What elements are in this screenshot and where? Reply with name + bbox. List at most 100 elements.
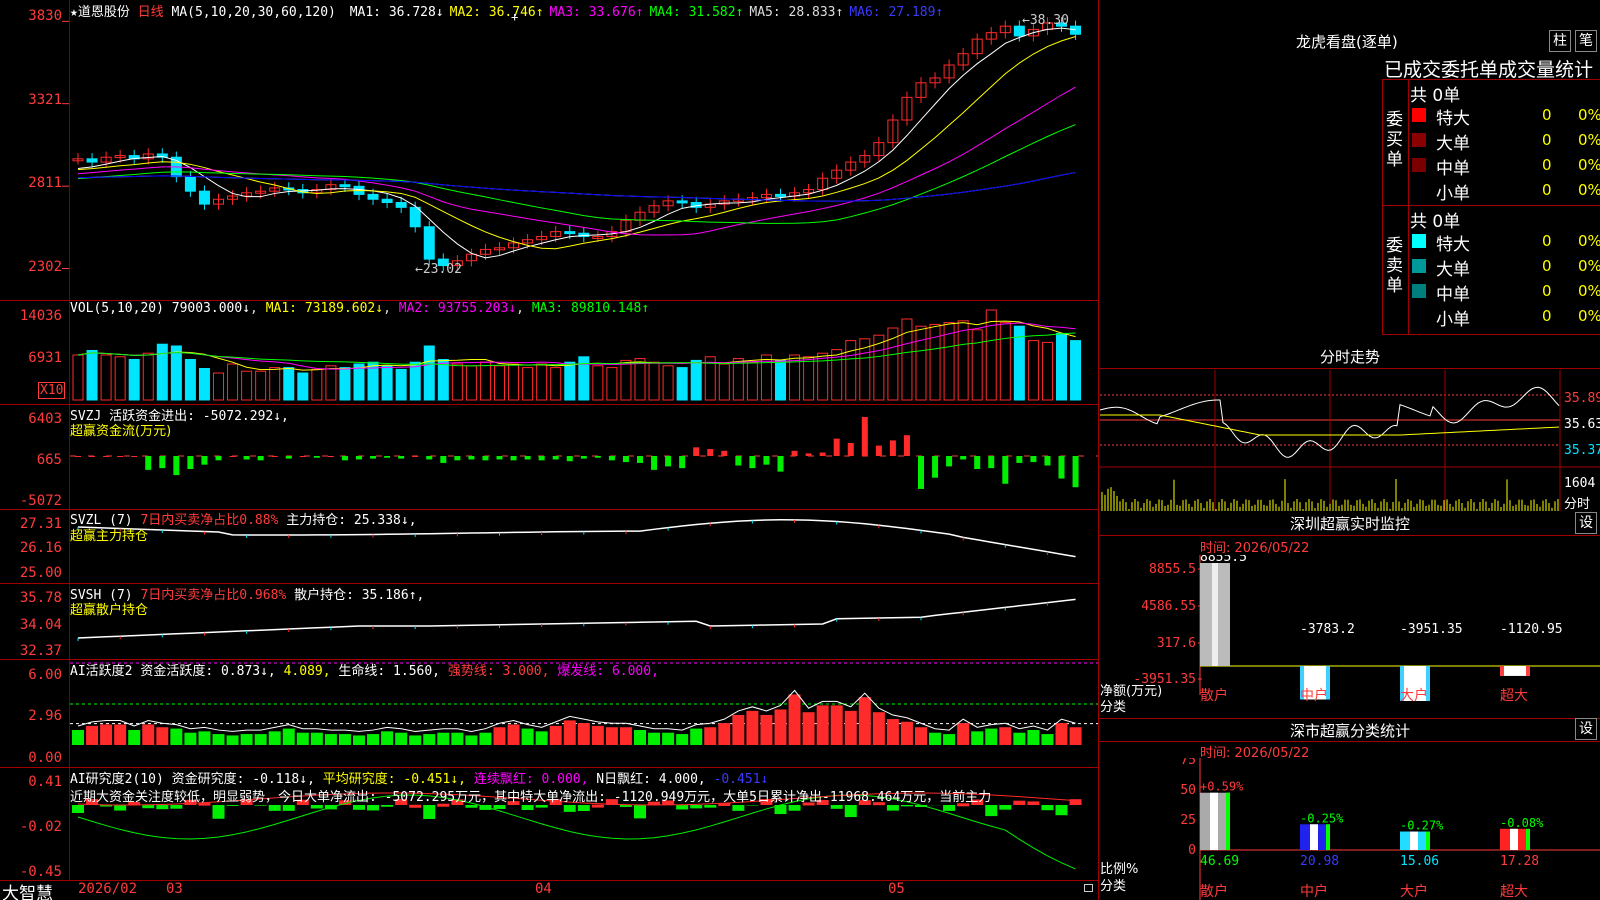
activity-bar: [367, 734, 380, 745]
ratio-chart[interactable]: 75 50 25 0 +0.59% 46.69 散户 -0.25% 20.98 中户 -0.27% 1…: [1100, 758, 1600, 900]
svzj-title: 超赢资金流(万元): [70, 424, 172, 439]
research-bar: [704, 805, 717, 808]
volume-bar: [494, 365, 505, 401]
flow-bar: [496, 456, 503, 460]
vol-ma2: MA2: 93755.203↓: [398, 301, 517, 316]
ai2-tick: 0.41: [28, 774, 62, 790]
flow-bar: [819, 452, 826, 456]
column-mode-button[interactable]: 柱: [1549, 30, 1571, 52]
monitor-tick: 317.6: [1157, 636, 1196, 651]
vol-tick: 14036: [19, 308, 62, 324]
flow-bar: [89, 456, 96, 457]
volume-bar: [550, 367, 562, 401]
candle-body: [86, 158, 98, 163]
activity-bar: [704, 727, 717, 745]
order-percent: 0%: [1578, 181, 1600, 199]
svsh-desc: 7日内买卖净占比0.968%: [140, 588, 287, 603]
intraday-tick: 35.89: [1564, 391, 1600, 406]
intraday-vol-label: 分时: [1564, 497, 1591, 512]
flow-bar: [1058, 456, 1065, 479]
svsh-title: 超赢散户持仓: [70, 603, 149, 618]
monitor-settings-button[interactable]: 设: [1575, 512, 1597, 534]
flow-bar: [861, 416, 868, 456]
intraday-chart[interactable]: [1100, 370, 1600, 511]
monitor-tick: 4586.55: [1141, 599, 1196, 614]
research-bar: [1041, 805, 1054, 811]
flow-bar: [370, 456, 377, 459]
research-bar: [381, 805, 394, 807]
volume-bar: [395, 368, 407, 401]
volume-bar: [255, 370, 267, 401]
volume-bar: [634, 358, 646, 401]
volume-bar: [564, 361, 576, 401]
activity-bar: [423, 734, 436, 745]
net-amount-value: -3783.2: [1300, 622, 1355, 637]
research-bar: [212, 805, 225, 819]
activity-bar: [718, 723, 731, 745]
monitor-panel[interactable]: 8855.5 4586.55 317.6 -3951.35 8855.5 散户 -3783.…: [1100, 555, 1600, 705]
volume-bar: [479, 361, 491, 401]
svzl-tick: 25.00: [19, 565, 62, 581]
net-amount-chart[interactable]: 8855.5 4586.55 317.6 -3951.35 8855.5 散户 -3783.…: [1100, 555, 1600, 705]
activity-bar: [282, 728, 295, 745]
ratio-bar-edge: [1226, 792, 1230, 850]
classify-panel[interactable]: 75 50 25 0 +0.59% 46.69 散户 -0.25% 20.98 中户 -0.27% 1…: [1100, 758, 1600, 900]
flow-bar: [271, 456, 278, 457]
research-bar: [142, 805, 155, 809]
order-color-swatch: [1412, 259, 1426, 273]
flow-bar: [735, 456, 742, 466]
flow-bar: [440, 456, 447, 463]
brand-label[interactable]: 大智慧: [2, 879, 53, 900]
flow-bar: [468, 456, 475, 460]
research-bar: [114, 805, 127, 811]
dragon-tabs[interactable]: 已成交委托单成交量统计: [1384, 55, 1593, 82]
high-note: ←38.30: [1022, 13, 1069, 28]
ma-legend-item: MA5: 28.833↑: [749, 5, 844, 20]
volume-bar: [156, 343, 168, 401]
category-label: 中户: [1300, 687, 1328, 704]
ai2-label: AI研究度2(10): [70, 772, 164, 787]
lock-icon[interactable]: [1084, 884, 1093, 892]
classify-settings-button[interactable]: 设: [1575, 718, 1597, 740]
flow-bar: [482, 456, 489, 461]
flow-bar: [313, 456, 320, 458]
flow-bar: [833, 438, 840, 456]
research-bar: [423, 805, 436, 819]
flow-bar: [145, 456, 152, 470]
candle-body: [381, 198, 393, 204]
svzl-desc: 7日内买卖净占比0.88%: [140, 513, 279, 528]
candle-body: [339, 184, 351, 188]
research-bar: [844, 805, 857, 818]
period-label[interactable]: 日线: [138, 5, 164, 20]
monitor-title: 深圳超赢实时监控: [1100, 512, 1600, 536]
flow-bar: [173, 456, 180, 476]
flow-bar: [665, 456, 672, 467]
candle-body: [423, 226, 435, 260]
research-bar: [465, 805, 478, 808]
flow-bar: [1044, 456, 1051, 466]
activity-bar: [676, 734, 689, 745]
intraday-panel[interactable]: [1100, 370, 1600, 511]
ma-legend-item: MA1: 36.728↓: [349, 5, 444, 20]
vol-unit-badge[interactable]: X10: [38, 382, 66, 399]
stock-name[interactable]: ★道恩股份: [70, 5, 130, 20]
volume-bar: [72, 354, 84, 401]
volume-bar: [1056, 332, 1067, 401]
ai1-tick: 2.96: [28, 708, 62, 724]
volume-bar: [508, 363, 520, 401]
svsh-tick: 32.37: [19, 643, 62, 659]
ai2-e: -0.451↓: [713, 772, 769, 787]
activity-bar: [788, 694, 801, 745]
volume-bar: [128, 359, 140, 401]
candlestick-chart[interactable]: [0, 0, 1098, 300]
ratio-bar-shine: [1410, 831, 1418, 850]
net-amount-value: 8855.5: [1200, 555, 1247, 565]
tick-mode-button[interactable]: 笔: [1575, 30, 1597, 52]
order-size-label: 特大: [1436, 235, 1470, 255]
category-label: 中户: [1300, 883, 1328, 900]
flow-bar: [131, 456, 138, 457]
date-start: 2026/02: [78, 881, 138, 897]
price-panel[interactable]: [0, 0, 1098, 300]
svzl-tick: 26.16: [19, 540, 62, 556]
research-bar: [156, 805, 169, 810]
